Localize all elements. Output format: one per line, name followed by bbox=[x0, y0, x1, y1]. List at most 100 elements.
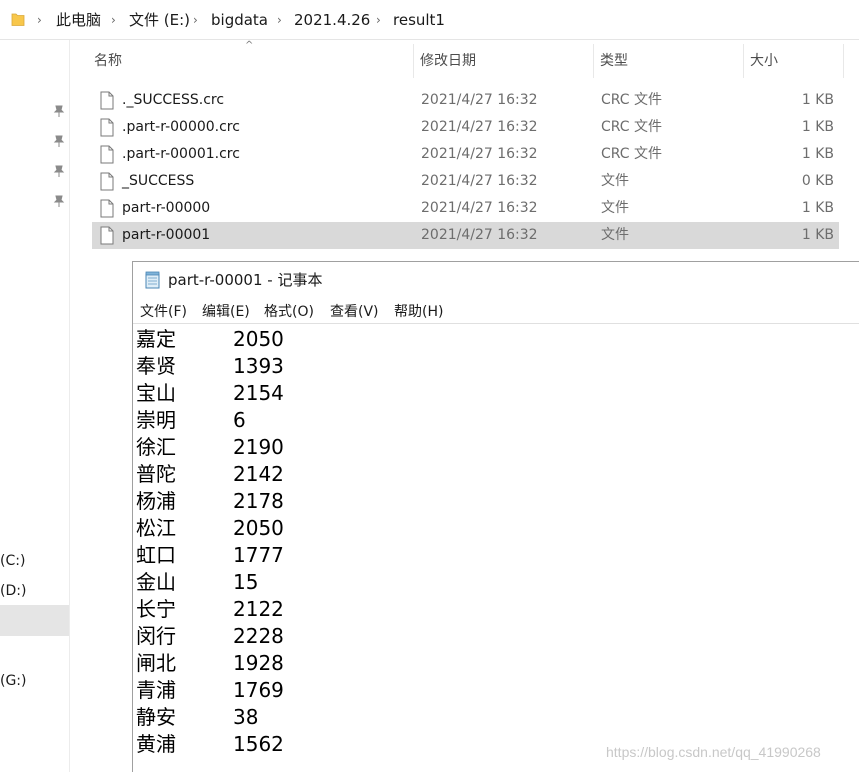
file-date: 2021/4/27 16:32 bbox=[421, 173, 538, 189]
district-count: 38 bbox=[233, 705, 259, 729]
breadcrumb-date-folder[interactable]: 2021.4.26 bbox=[294, 10, 370, 30]
column-header-type[interactable]: 类型 bbox=[594, 44, 744, 78]
file-row[interactable]: part-r-00000 2021/4/27 16:32 文件 1 KB bbox=[92, 195, 839, 222]
file-date: 2021/4/27 16:32 bbox=[421, 200, 538, 216]
chevron-right-icon[interactable]: › bbox=[376, 10, 381, 30]
column-header-size[interactable]: 大小 bbox=[744, 44, 844, 78]
pin-icon[interactable] bbox=[52, 104, 66, 118]
pin-icon[interactable] bbox=[52, 134, 66, 148]
district-count: 6 bbox=[233, 408, 246, 432]
district-name: 闸北 bbox=[136, 651, 176, 675]
chevron-right-icon[interactable]: › bbox=[111, 10, 116, 30]
nav-drive-c[interactable]: (C:) bbox=[0, 552, 25, 570]
menu-edit[interactable]: 编辑(E) bbox=[202, 303, 250, 321]
district-count: 2190 bbox=[233, 435, 284, 459]
file-icon bbox=[100, 118, 114, 137]
district-count: 1562 bbox=[233, 732, 284, 756]
menu-file[interactable]: 文件(F) bbox=[140, 303, 187, 321]
file-row[interactable]: _SUCCESS 2021/4/27 16:32 文件 0 KB bbox=[92, 168, 839, 195]
notepad-icon bbox=[145, 271, 160, 289]
district-count: 2154 bbox=[233, 381, 284, 405]
file-name: part-r-00000 bbox=[122, 200, 211, 216]
breadcrumb-drive-e[interactable]: 文件 (E:) bbox=[129, 10, 190, 30]
chevron-right-icon[interactable]: › bbox=[193, 10, 198, 30]
district-name: 普陀 bbox=[136, 462, 176, 486]
file-date: 2021/4/27 16:32 bbox=[421, 119, 538, 135]
file-size: 1 KB bbox=[801, 227, 834, 243]
district-name: 长宁 bbox=[136, 597, 176, 621]
file-size: 1 KB bbox=[801, 200, 834, 216]
folder-icon bbox=[11, 13, 25, 26]
column-header-name[interactable]: 名称 bbox=[88, 44, 414, 78]
file-type: CRC 文件 bbox=[601, 119, 663, 135]
file-type: CRC 文件 bbox=[601, 146, 663, 162]
column-header-date[interactable]: 修改日期 bbox=[414, 44, 594, 78]
district-name: 虹口 bbox=[136, 543, 176, 567]
file-row[interactable]: part-r-00001 2021/4/27 16:32 文件 1 KB bbox=[92, 222, 839, 249]
column-divider[interactable] bbox=[843, 44, 844, 78]
district-count: 1928 bbox=[233, 651, 284, 675]
menu-format[interactable]: 格式(O) bbox=[264, 303, 314, 321]
file-type: 文件 bbox=[601, 173, 629, 189]
file-icon bbox=[100, 172, 114, 191]
pin-icon[interactable] bbox=[52, 194, 66, 208]
district-count: 2178 bbox=[233, 489, 284, 513]
file-size: 1 KB bbox=[801, 146, 834, 162]
file-size: 1 KB bbox=[801, 92, 834, 108]
district-name: 青浦 bbox=[136, 678, 176, 702]
address-bar[interactable]: › 此电脑 › 文件 (E:) › bigdata › 2021.4.26 › … bbox=[0, 0, 859, 40]
district-count: 2142 bbox=[233, 462, 284, 486]
file-type: 文件 bbox=[601, 200, 629, 216]
district-name: 嘉定 bbox=[136, 327, 176, 351]
district-count: 2228 bbox=[233, 624, 284, 648]
file-icon bbox=[100, 91, 114, 110]
breadcrumb-bigdata[interactable]: bigdata bbox=[211, 10, 268, 30]
district-count: 1393 bbox=[233, 354, 284, 378]
file-size: 0 KB bbox=[801, 173, 834, 189]
file-type: CRC 文件 bbox=[601, 92, 663, 108]
file-icon bbox=[100, 199, 114, 218]
file-date: 2021/4/27 16:32 bbox=[421, 227, 538, 243]
nav-item-selected[interactable] bbox=[0, 605, 69, 636]
file-name: .part-r-00000.crc bbox=[122, 119, 240, 135]
district-name: 静安 bbox=[136, 705, 176, 729]
district-name: 奉贤 bbox=[136, 354, 176, 378]
file-name: .part-r-00001.crc bbox=[122, 146, 240, 162]
notepad-title: part-r-00001 - 记事本 bbox=[168, 271, 323, 289]
file-type: 文件 bbox=[601, 227, 629, 243]
district-name: 金山 bbox=[136, 570, 176, 594]
district-count: 2050 bbox=[233, 516, 284, 540]
menu-view[interactable]: 查看(V) bbox=[330, 303, 379, 321]
navigation-pane: (C:) (D:) (G:) bbox=[0, 40, 70, 772]
file-name: ._SUCCESS.crc bbox=[122, 92, 225, 108]
nav-drive-d[interactable]: (D:) bbox=[0, 582, 26, 600]
district-count: 1777 bbox=[233, 543, 284, 567]
file-name: _SUCCESS bbox=[122, 173, 195, 189]
notepad-titlebar[interactable]: part-r-00001 - 记事本 bbox=[133, 262, 859, 298]
file-row[interactable]: .part-r-00001.crc 2021/4/27 16:32 CRC 文件 1 … bbox=[92, 141, 839, 168]
district-name: 宝山 bbox=[136, 381, 176, 405]
file-icon bbox=[100, 145, 114, 164]
district-count: 2122 bbox=[233, 597, 284, 621]
district-count: 1769 bbox=[233, 678, 284, 702]
file-name: part-r-00001 bbox=[122, 227, 211, 243]
file-icon bbox=[100, 226, 114, 245]
district-name: 徐汇 bbox=[136, 435, 176, 459]
nav-drive-g[interactable]: (G:) bbox=[0, 672, 27, 690]
breadcrumb-result1[interactable]: result1 bbox=[393, 10, 445, 30]
district-count: 2050 bbox=[233, 327, 284, 351]
district-name: 杨浦 bbox=[136, 489, 176, 513]
menu-help[interactable]: 帮助(H) bbox=[394, 303, 443, 321]
file-date: 2021/4/27 16:32 bbox=[421, 146, 538, 162]
watermark: https://blog.csdn.net/qq_41990268 bbox=[606, 744, 821, 760]
chevron-right-icon[interactable]: › bbox=[277, 10, 282, 30]
file-row[interactable]: ._SUCCESS.crc 2021/4/27 16:32 CRC 文件 1 KB bbox=[92, 87, 839, 114]
file-size: 1 KB bbox=[801, 119, 834, 135]
breadcrumb-this-pc[interactable]: 此电脑 bbox=[56, 10, 101, 30]
district-name: 松江 bbox=[136, 516, 176, 540]
notepad-menubar: 文件(F) 编辑(E) 格式(O) 查看(V) 帮助(H) bbox=[133, 300, 859, 324]
chevron-right-icon[interactable]: › bbox=[37, 10, 42, 30]
pin-icon[interactable] bbox=[52, 164, 66, 178]
file-row[interactable]: .part-r-00000.crc 2021/4/27 16:32 CRC 文件 1 … bbox=[92, 114, 839, 141]
district-name: 黄浦 bbox=[136, 732, 176, 756]
